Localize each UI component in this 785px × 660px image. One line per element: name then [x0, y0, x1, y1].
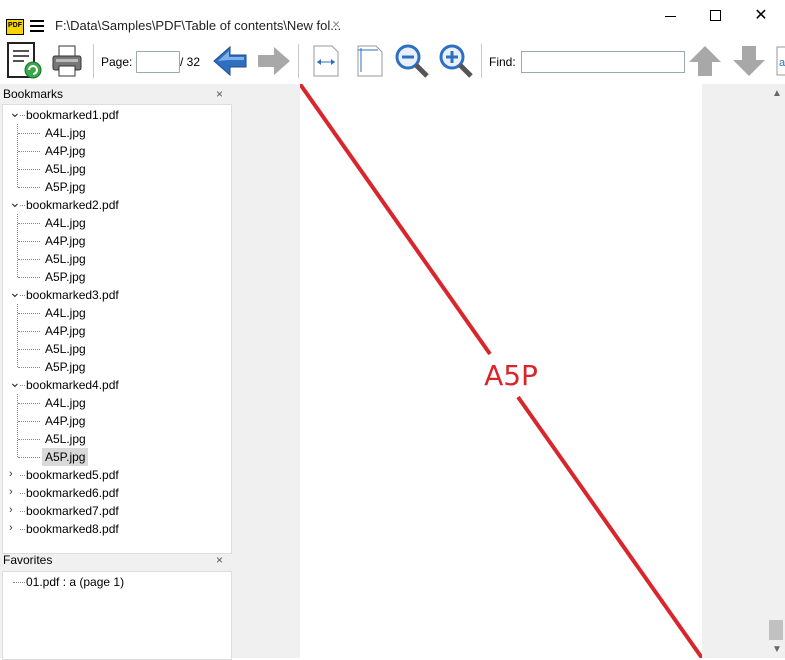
- bookmark-group[interactable]: bookmarked3.pdf: [26, 286, 119, 304]
- bookmark-item[interactable]: A5P.jpg: [45, 268, 85, 286]
- bookmark-item[interactable]: A4L.jpg: [45, 304, 86, 322]
- bookmark-item[interactable]: A4L.jpg: [45, 394, 86, 412]
- page-label-text: A5P: [484, 359, 538, 392]
- document-viewer[interactable]: A5P: [232, 84, 768, 658]
- bookmark-item[interactable]: A5L.jpg: [45, 430, 86, 448]
- find-label: Find:: [489, 55, 516, 69]
- find-input[interactable]: [521, 51, 685, 73]
- page-drawing: A5P: [300, 84, 702, 658]
- bookmark-item[interactable]: A5L.jpg: [45, 250, 86, 268]
- window-title: F:\Data\Samples\PDF\Table of contents\Ne…: [55, 18, 342, 33]
- previous-page-icon[interactable]: [212, 45, 248, 77]
- svg-text:a: a: [779, 57, 785, 69]
- next-page-icon[interactable]: [256, 45, 292, 77]
- expand-arrow-icon[interactable]: ›: [9, 522, 13, 534]
- bookmark-item[interactable]: A4P.jpg: [45, 322, 85, 340]
- toolbar: Page: / 32 Find: a: [0, 38, 785, 84]
- page-label: Page:: [101, 55, 133, 69]
- bookmark-item[interactable]: A5P.jpg: [45, 178, 85, 196]
- find-next-icon[interactable]: [732, 44, 766, 78]
- collapse-arrow-icon[interactable]: ⌄: [9, 374, 21, 391]
- bookmark-group[interactable]: bookmarked4.pdf: [26, 376, 119, 394]
- page-total: / 32: [180, 55, 201, 69]
- bookmark-item[interactable]: A4L.jpg: [45, 124, 86, 142]
- side-panel: Bookmarks × ⌄ bookmarked1.pdf A4L.jpg A4P.j…: [0, 84, 232, 660]
- zoom-out-icon[interactable]: [394, 43, 430, 79]
- open-document-icon[interactable]: [6, 42, 42, 80]
- bookmark-group[interactable]: bookmarked8.pdf: [26, 520, 119, 538]
- scroll-up-icon[interactable]: ▲: [772, 88, 782, 99]
- pdf-page: A5P: [300, 84, 702, 658]
- print-icon[interactable]: [50, 44, 84, 78]
- diagonal-line-lower: [516, 395, 702, 658]
- expand-arrow-icon[interactable]: ›: [9, 486, 13, 498]
- bookmark-item[interactable]: A5P.jpg: [45, 358, 85, 376]
- favorites-title: Favorites: [3, 553, 53, 567]
- menu-icon[interactable]: [30, 20, 44, 32]
- bookmarks-title: Bookmarks: [3, 87, 64, 101]
- bookmark-group[interactable]: bookmarked1.pdf: [26, 106, 119, 124]
- bookmark-item[interactable]: A5P.jpg: [42, 448, 89, 466]
- bookmark-group[interactable]: bookmarked2.pdf: [26, 196, 119, 214]
- expand-arrow-icon[interactable]: ›: [9, 504, 13, 516]
- scroll-down-icon[interactable]: ▼: [772, 644, 782, 655]
- tab-close-button[interactable]: ×: [332, 16, 340, 32]
- match-case-icon[interactable]: a: [776, 46, 785, 76]
- favorite-item[interactable]: 01.pdf : a (page 1): [26, 573, 124, 591]
- minimize-button[interactable]: [660, 8, 682, 24]
- maximize-button[interactable]: [705, 8, 727, 24]
- bookmark-item[interactable]: A4P.jpg: [45, 232, 85, 250]
- page-number-input[interactable]: [136, 51, 180, 73]
- bookmark-group[interactable]: bookmarked5.pdf: [26, 466, 119, 484]
- favorites-close-button[interactable]: ×: [216, 553, 223, 567]
- bookmark-item[interactable]: A5L.jpg: [45, 340, 86, 358]
- app-logo-icon: PDF: [6, 19, 24, 35]
- zoom-in-icon[interactable]: [438, 43, 474, 79]
- bookmark-item[interactable]: A4L.jpg: [45, 214, 86, 232]
- find-previous-icon[interactable]: [688, 44, 722, 78]
- title-bar: PDF F:\Data\Samples\PDF\Table of content…: [0, 0, 785, 38]
- fit-width-icon[interactable]: [308, 44, 342, 78]
- vertical-scrollbar[interactable]: ▲ ▼: [768, 84, 785, 658]
- bookmark-item[interactable]: A5L.jpg: [45, 160, 86, 178]
- collapse-arrow-icon[interactable]: ⌄: [9, 284, 21, 301]
- favorites-list: 01.pdf : a (page 1): [2, 571, 232, 660]
- bookmarks-tree: ⌄ bookmarked1.pdf A4L.jpg A4P.jpg A5L.jpg A5P…: [2, 104, 232, 554]
- collapse-arrow-icon[interactable]: ⌄: [9, 104, 21, 121]
- bookmark-group[interactable]: bookmarked7.pdf: [26, 502, 119, 520]
- bookmark-group[interactable]: bookmarked6.pdf: [26, 484, 119, 502]
- bookmark-item[interactable]: A4P.jpg: [45, 412, 85, 430]
- scrollbar-thumb[interactable]: [769, 620, 783, 640]
- diagonal-line-upper: [300, 84, 492, 356]
- bookmark-item[interactable]: A4P.jpg: [45, 142, 85, 160]
- app-logo-text: PDF: [8, 22, 22, 29]
- bookmarks-close-button[interactable]: ×: [216, 87, 223, 101]
- fit-page-icon[interactable]: [352, 44, 386, 78]
- close-window-button[interactable]: ✕: [750, 8, 772, 24]
- collapse-arrow-icon[interactable]: ⌄: [9, 194, 21, 211]
- expand-arrow-icon[interactable]: ›: [9, 468, 13, 480]
